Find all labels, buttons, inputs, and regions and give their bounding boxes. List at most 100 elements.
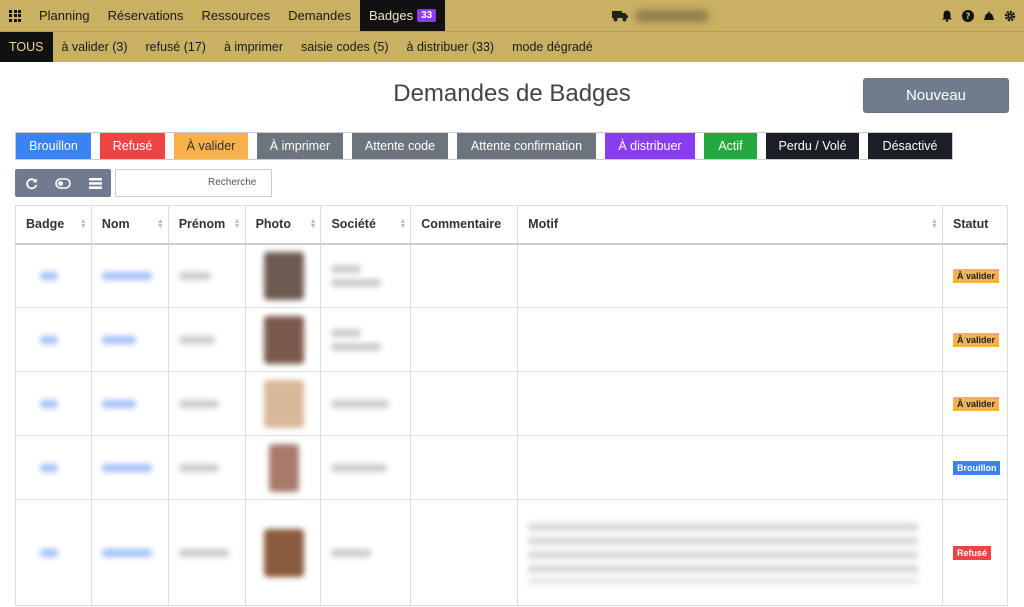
filter-refuse[interactable]: Refusé: [100, 133, 165, 159]
cell-motif: [517, 499, 943, 606]
filter-attente-confirmation[interactable]: Attente confirmation: [457, 133, 596, 159]
col-nom[interactable]: Nom ▲ ▼: [90, 205, 169, 245]
nav-planning[interactable]: Planning: [30, 0, 99, 31]
cell-statut: Brouillon: [941, 435, 1009, 500]
search-input[interactable]: Recherche: [115, 169, 272, 197]
main-nav: Planning Réservations Ressources Demande…: [30, 0, 446, 31]
filter-a-valider[interactable]: À valider: [174, 133, 248, 159]
cell-prenom: [167, 499, 246, 606]
cell-badge[interactable]: [15, 371, 92, 436]
cell-commentaire: [410, 435, 519, 500]
col-commentaire-label: Commentaire: [421, 217, 502, 232]
bell-icon[interactable]: [941, 10, 953, 22]
filter-actif[interactable]: Actif: [704, 133, 757, 159]
cell-societe: [320, 499, 412, 606]
cell-nom[interactable]: [90, 435, 169, 500]
nav-badges[interactable]: Badges 33: [360, 0, 446, 31]
table-row[interactable]: À valider: [15, 307, 1009, 372]
cell-statut: À valider: [941, 307, 1009, 372]
cell-prenom: [167, 243, 246, 308]
table-row[interactable]: Brouillon: [15, 435, 1009, 500]
apps-grid-icon[interactable]: [0, 0, 30, 31]
help-icon[interactable]: ?: [962, 9, 974, 22]
col-societe-label: Société: [331, 217, 376, 232]
cell-commentaire: [410, 371, 519, 436]
top-right-icons: ?: [941, 0, 1016, 31]
cell-badge[interactable]: [15, 307, 92, 372]
cell-motif: [517, 307, 943, 372]
new-button[interactable]: Nouveau: [863, 78, 1009, 113]
col-societe[interactable]: Société ▲ ▼: [320, 205, 412, 245]
table-row[interactable]: À valider: [15, 243, 1009, 308]
cell-badge[interactable]: [15, 499, 92, 606]
cell-photo: [244, 243, 322, 308]
col-motif[interactable]: Motif ▲ ▼: [517, 205, 943, 245]
cell-nom[interactable]: [90, 371, 169, 436]
col-prenom[interactable]: Prénom ▲ ▼: [167, 205, 246, 245]
cell-motif: [517, 435, 943, 500]
cell-societe: [320, 307, 412, 372]
cell-nom[interactable]: [90, 243, 169, 308]
filter-brouillon[interactable]: Brouillon: [16, 133, 91, 159]
svg-text:?: ?: [965, 12, 970, 22]
cell-prenom: [167, 371, 246, 436]
filter-attente-code[interactable]: Attente code: [352, 133, 448, 159]
cell-photo: [244, 307, 322, 372]
sort-icon: ▲ ▼: [233, 218, 241, 230]
status-badge: À valider: [952, 269, 1000, 284]
toggle-icon[interactable]: [47, 169, 79, 197]
subnav-tous[interactable]: TOUS: [0, 32, 53, 62]
filter-a-imprimer[interactable]: À imprimer: [257, 133, 343, 159]
cell-prenom: [167, 307, 246, 372]
cell-statut: Refusé: [941, 499, 1009, 606]
col-statut-label: Statut: [952, 217, 989, 232]
subnav-a-valider[interactable]: à valider (3): [53, 32, 137, 62]
columns-list-icon[interactable]: [79, 169, 111, 197]
subnav-mode-degrade[interactable]: mode dégradé: [503, 32, 602, 62]
subnav-a-imprimer[interactable]: à imprimer: [215, 32, 292, 62]
cell-photo: [244, 371, 322, 436]
cell-societe: [320, 243, 412, 308]
motif-text: [528, 522, 919, 583]
cell-badge[interactable]: [15, 243, 92, 308]
cell-motif: [517, 243, 943, 308]
top-navbar: Planning Réservations Ressources Demande…: [0, 0, 1024, 31]
col-badge[interactable]: Badge ▲ ▼: [15, 205, 92, 245]
table-row[interactable]: À valider: [15, 371, 1009, 436]
cell-photo: [244, 435, 322, 500]
subnav-saisie-codes[interactable]: saisie codes (5): [292, 32, 398, 62]
col-nom-label: Nom: [101, 217, 130, 232]
nav-reservations[interactable]: Réservations: [99, 0, 193, 31]
subnav-a-distribuer[interactable]: à distribuer (33): [398, 32, 504, 62]
col-statut[interactable]: Statut: [941, 205, 1009, 245]
cell-statut: À valider: [941, 371, 1009, 436]
col-badge-label: Badge: [26, 217, 65, 232]
status-badge: Refusé: [952, 546, 991, 560]
subnav-refuse[interactable]: refusé (17): [137, 32, 215, 62]
nav-ressources[interactable]: Ressources: [192, 0, 279, 31]
cell-commentaire: [410, 499, 519, 606]
cell-nom[interactable]: [90, 307, 169, 372]
filter-a-distribuer[interactable]: À distribuer: [605, 133, 695, 159]
nav-badges-label: Badges: [369, 8, 414, 23]
filter-desactive[interactable]: Désactivé: [868, 133, 952, 159]
filter-perdu-vole[interactable]: Perdu / Volé: [766, 133, 859, 159]
sort-icon: ▲ ▼: [309, 218, 317, 230]
cell-societe: [320, 435, 412, 500]
cell-prenom: [167, 435, 246, 500]
refresh-icon[interactable]: [15, 169, 47, 197]
badges-table: Badge ▲ ▼ Nom ▲ ▼ Prénom ▲ ▼ Photo ▲ ▼ Société ▲ ▼…: [15, 205, 1009, 606]
gear-icon[interactable]: [1004, 10, 1016, 22]
nav-demandes[interactable]: Demandes: [279, 0, 360, 31]
cloche-icon[interactable]: [983, 10, 995, 22]
cell-statut: À valider: [941, 243, 1009, 308]
user-site-name: [636, 10, 708, 22]
cell-badge[interactable]: [15, 435, 92, 500]
cell-nom[interactable]: [90, 499, 169, 606]
table-row[interactable]: Refusé: [15, 499, 1009, 606]
col-commentaire[interactable]: Commentaire: [410, 205, 519, 245]
col-motif-label: Motif: [528, 217, 559, 232]
col-photo[interactable]: Photo ▲ ▼: [244, 205, 322, 245]
sort-icon: ▲ ▼: [156, 218, 164, 230]
truck-icon: [612, 9, 628, 27]
